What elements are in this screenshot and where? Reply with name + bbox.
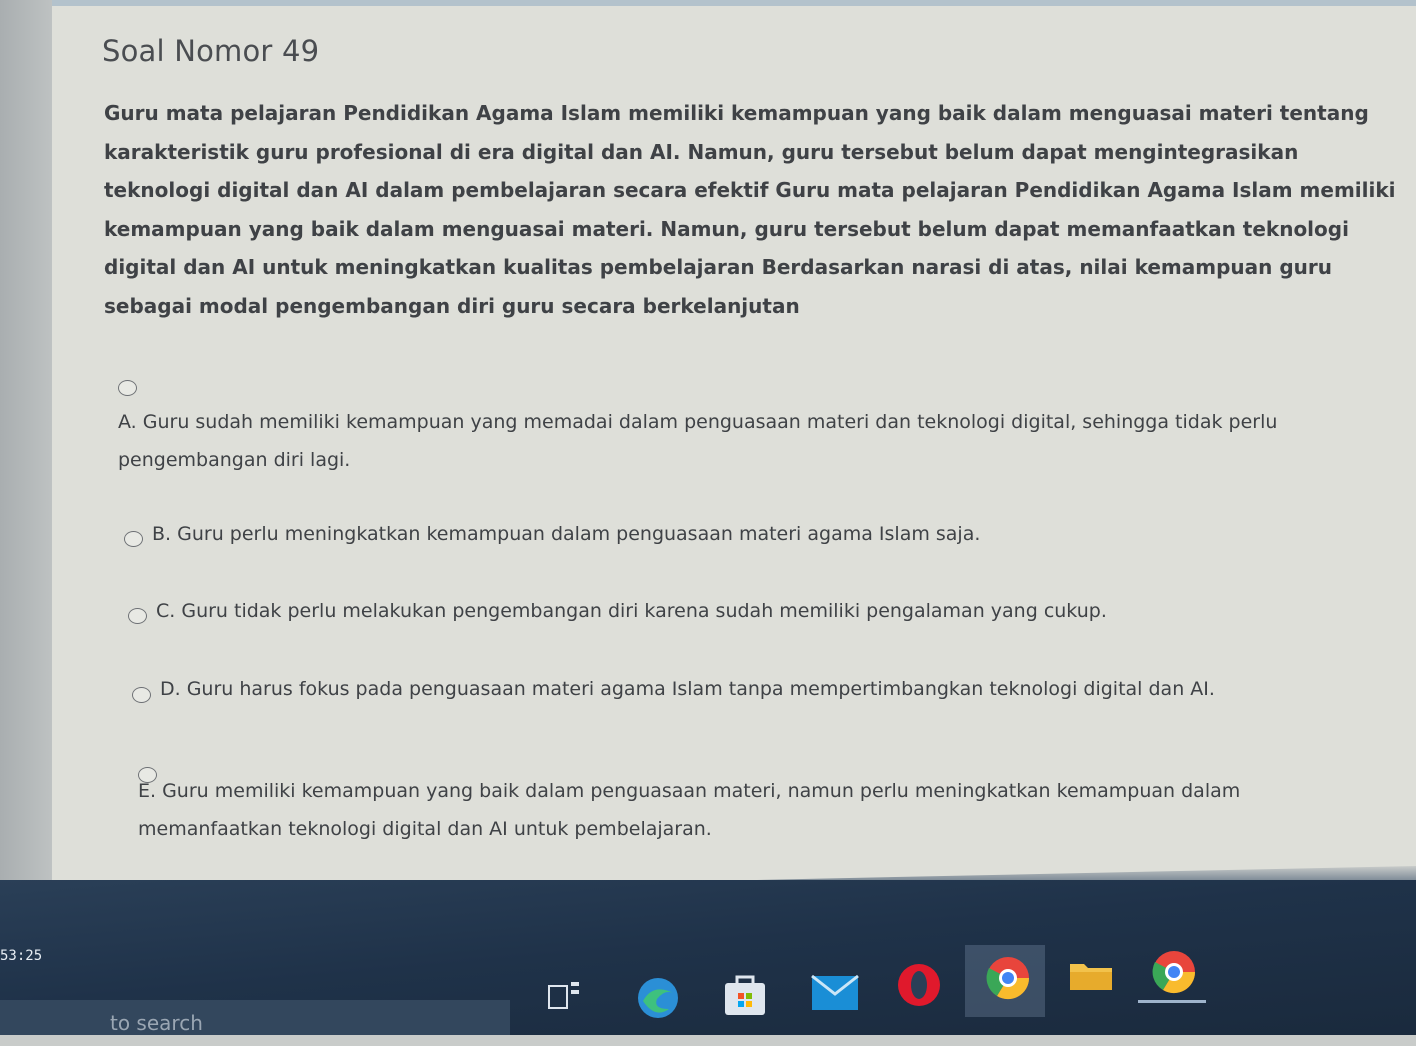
taskbar-search[interactable]: to search [0, 1000, 510, 1035]
option-d-label[interactable]: D. Guru harus fokus pada penguasaan mate… [160, 670, 1215, 708]
edge-icon[interactable] [635, 975, 681, 1021]
file-explorer-icon[interactable] [1068, 958, 1114, 994]
option-c-label[interactable]: C. Guru tidak perlu melakukan pengembang… [156, 592, 1107, 630]
task-view-icon[interactable] [545, 980, 585, 1016]
chrome-profile-icon[interactable] [1150, 948, 1198, 996]
option-e-label[interactable]: E. Guru memiliki kemampuan yang baik dal… [138, 772, 1308, 848]
question-text: Guru mata pelajaran Pendidikan Agama Isl… [104, 101, 1396, 318]
option-b-label[interactable]: B. Guru perlu meningkatkan kemampuan dal… [152, 515, 980, 553]
radio-option-d[interactable] [132, 687, 151, 703]
opera-icon[interactable] [895, 962, 943, 1008]
store-icon[interactable] [722, 975, 768, 1017]
option-a-label[interactable]: A. Guru sudah memiliki kemampuan yang me… [118, 403, 1358, 479]
mail-icon[interactable] [810, 972, 860, 1014]
clock: 53:25 [0, 948, 43, 964]
screen-bezel [0, 0, 55, 900]
radio-option-a[interactable] [118, 380, 137, 396]
running-indicator [1138, 1000, 1206, 1003]
radio-option-c[interactable] [128, 608, 147, 624]
radio-option-b[interactable] [124, 531, 143, 547]
question-title: Soal Nomor 49 [102, 34, 320, 68]
chrome-icon[interactable] [985, 955, 1031, 1001]
